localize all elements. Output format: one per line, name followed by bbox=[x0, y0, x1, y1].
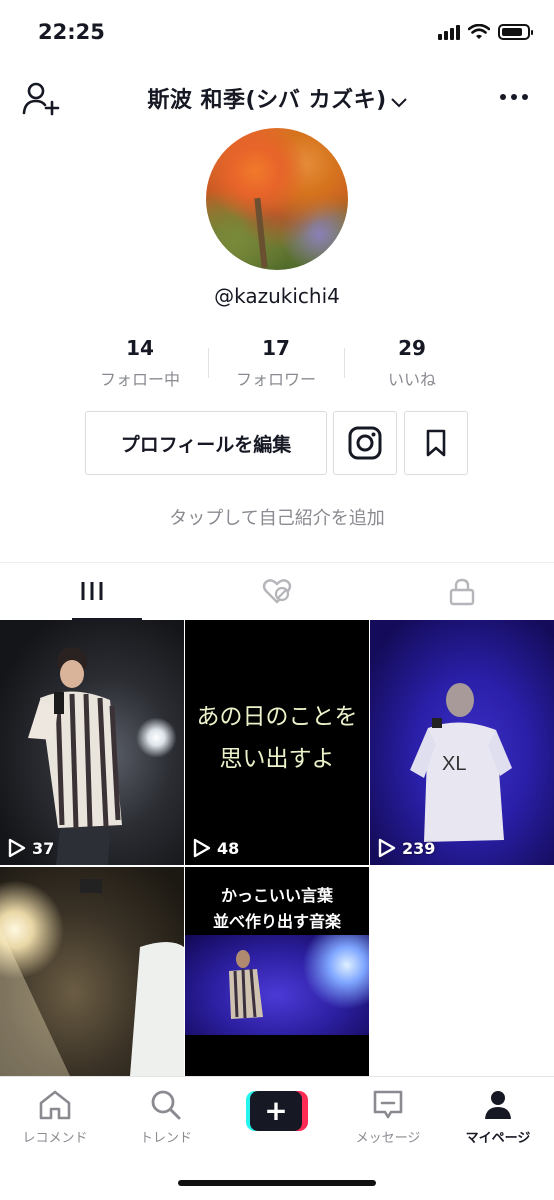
video-thumbnail[interactable]: あの日のことを 思い出すよ 48 bbox=[185, 620, 369, 865]
nav-label: レコメンド bbox=[22, 1131, 88, 1146]
instagram-icon bbox=[348, 426, 382, 460]
avatar[interactable] bbox=[206, 128, 348, 270]
video-caption: あの日のことを 思い出すよ bbox=[185, 696, 369, 780]
lock-icon bbox=[449, 578, 474, 605]
home-indicator[interactable] bbox=[178, 1180, 376, 1186]
tab-videos[interactable] bbox=[0, 563, 185, 620]
search-icon bbox=[151, 1090, 181, 1120]
nav-home[interactable]: レコメンド bbox=[5, 1087, 105, 1146]
battery-icon bbox=[498, 24, 533, 40]
liked-hidden-icon bbox=[262, 578, 292, 603]
status-time: 22:25 bbox=[38, 20, 105, 44]
view-count: 239 bbox=[378, 838, 435, 858]
bookmark-button[interactable] bbox=[404, 411, 468, 475]
instagram-button[interactable] bbox=[333, 411, 397, 475]
signal-icon bbox=[438, 24, 460, 40]
bookmark-icon bbox=[426, 429, 446, 457]
stat-value: 17 bbox=[262, 336, 290, 360]
caption-line: 並べ作り出す音楽 bbox=[212, 912, 341, 931]
video-thumbnail[interactable] bbox=[0, 867, 184, 1076]
caption-line: あの日のことを bbox=[196, 704, 358, 730]
stat-likes[interactable]: 29 いいね bbox=[344, 336, 480, 390]
nav-label: メッセージ bbox=[355, 1131, 421, 1146]
view-count: 37 bbox=[8, 838, 54, 858]
wifi-icon bbox=[468, 24, 490, 39]
stat-label: いいね bbox=[387, 370, 436, 389]
content-tabs bbox=[0, 562, 554, 620]
nav-profile[interactable]: マイページ bbox=[448, 1087, 548, 1146]
bio-placeholder[interactable]: タップして自己紹介を追加 bbox=[0, 504, 554, 530]
caption-line: 思い出すよ bbox=[219, 746, 335, 772]
nav-label: トレンド bbox=[139, 1131, 192, 1146]
caption-line: かっこいい言葉 bbox=[220, 886, 333, 905]
create-button[interactable]: + bbox=[246, 1091, 308, 1131]
nav-messages[interactable]: メッセージ bbox=[338, 1087, 438, 1146]
tab-liked[interactable] bbox=[185, 563, 370, 620]
chevron-down-icon bbox=[390, 97, 407, 107]
nav-trend[interactable]: トレンド bbox=[116, 1087, 216, 1146]
play-icon bbox=[193, 838, 211, 858]
stat-label: フォロー中 bbox=[99, 370, 180, 389]
view-count: 48 bbox=[193, 838, 239, 858]
grid-icon bbox=[81, 581, 103, 600]
status-icons bbox=[438, 24, 533, 40]
video-thumbnail[interactable]: かっこいい言葉 並べ作り出す音楽 bbox=[185, 867, 369, 1076]
video-thumbnail[interactable]: XL 239 bbox=[370, 620, 554, 865]
video-caption: かっこいい言葉 並べ作り出す音楽 bbox=[185, 883, 369, 935]
tab-private[interactable] bbox=[369, 563, 554, 620]
more-icon[interactable] bbox=[500, 94, 528, 100]
stat-value: 14 bbox=[126, 336, 154, 360]
play-icon bbox=[378, 838, 396, 858]
stat-following[interactable]: 14 フォロー中 bbox=[72, 336, 208, 390]
profile-icon bbox=[485, 1091, 511, 1119]
view-count-value: 48 bbox=[217, 838, 240, 858]
view-count-value: 239 bbox=[402, 838, 436, 858]
stat-value: 29 bbox=[398, 336, 426, 360]
video-thumbnail[interactable]: 37 bbox=[0, 620, 184, 865]
account-name: 斯波 和季(シバ カズキ) bbox=[147, 88, 387, 113]
view-count-value: 37 bbox=[32, 838, 55, 858]
stat-label: フォロワー bbox=[235, 370, 316, 389]
edit-profile-button[interactable]: プロフィールを編集 bbox=[85, 411, 327, 475]
profile-stats: 14 フォロー中 17 フォロワー 29 いいね bbox=[72, 336, 482, 390]
username: @kazukichi4 bbox=[214, 284, 340, 308]
video-grid: 37 あの日のことを 思い出すよ 48 XL 239 かっこいい言葉 並べ作り出… bbox=[0, 620, 554, 1076]
play-icon bbox=[8, 838, 26, 858]
stat-followers[interactable]: 17 フォロワー bbox=[208, 336, 344, 390]
plus-icon: + bbox=[250, 1091, 302, 1131]
profile-header: 斯波 和季(シバ カズキ) bbox=[0, 70, 554, 126]
svg-text:XL: XL bbox=[442, 753, 466, 775]
message-icon bbox=[373, 1090, 403, 1119]
nav-label: マイページ bbox=[465, 1131, 531, 1146]
account-switcher[interactable]: 斯波 和季(シバ カズキ) bbox=[0, 82, 554, 114]
status-bar: 22:25 bbox=[0, 0, 554, 66]
home-icon bbox=[39, 1090, 71, 1120]
